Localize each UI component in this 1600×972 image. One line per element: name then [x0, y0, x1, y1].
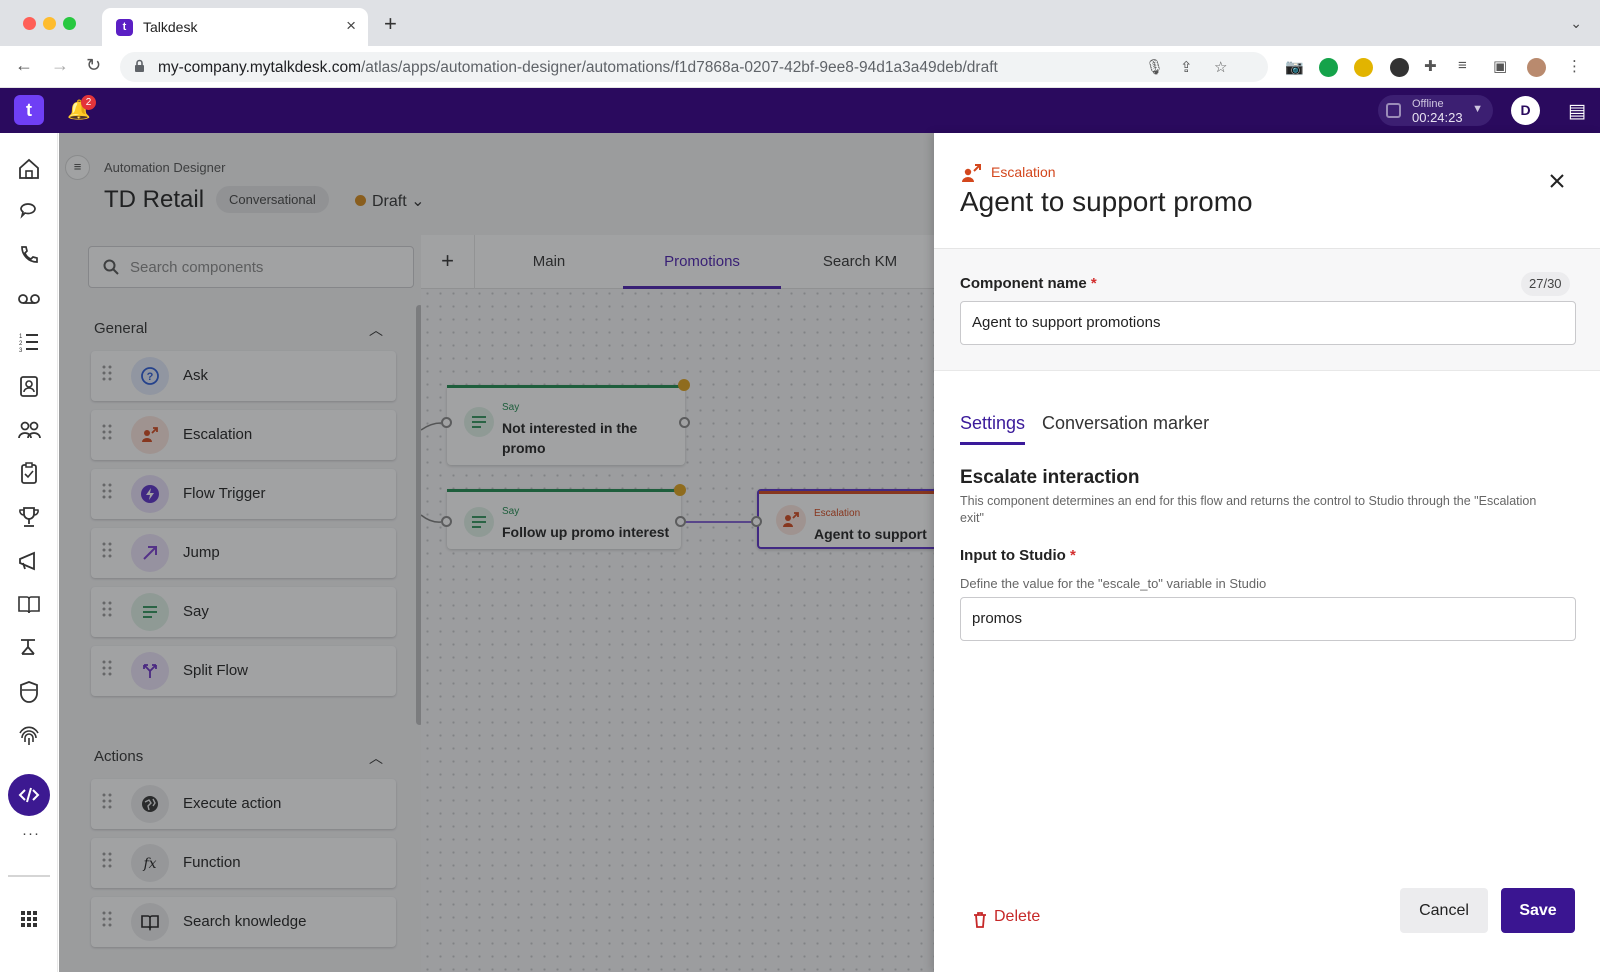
browser-tab[interactable]: t Talkdesk × — [102, 8, 368, 46]
window-maximize-button[interactable] — [63, 17, 76, 30]
forward-arrow-icon[interactable]: → — [51, 55, 69, 76]
new-tab-button[interactable]: + — [384, 11, 397, 37]
clipboard-icon[interactable] — [14, 458, 44, 488]
window-close-button[interactable] — [23, 17, 36, 30]
component-name-section: Component name * 27/30 Agent to support … — [934, 249, 1600, 371]
section-title: Escalate interaction — [960, 467, 1140, 488]
workflow-icon[interactable] — [14, 633, 44, 663]
home-icon[interactable] — [14, 154, 44, 184]
section-description: This component determines an end for thi… — [960, 494, 1537, 525]
app-nav-rail: 123 ··· — [0, 133, 58, 972]
component-kind-label: Escalation — [991, 164, 1056, 180]
extension-icon[interactable] — [1354, 58, 1373, 77]
back-arrow-icon[interactable]: ← — [15, 55, 33, 76]
url-text[interactable]: my-company.mytalkdesk.com/atlas/apps/aut… — [158, 59, 998, 77]
component-settings-drawer: Escalation Agent to support promo Compon… — [934, 133, 1600, 972]
more-apps-icon[interactable]: ··· — [22, 825, 40, 842]
cancel-button[interactable]: Cancel — [1400, 888, 1488, 933]
microphone-icon[interactable]: 🎙 — [1145, 58, 1164, 76]
reload-icon[interactable]: ↻ — [86, 55, 101, 76]
trash-icon[interactable] — [972, 911, 988, 929]
component-name-input[interactable]: Agent to support promotions — [960, 301, 1576, 345]
close-icon[interactable] — [1546, 170, 1568, 192]
tab-settings[interactable]: Settings — [960, 413, 1026, 445]
fingerprint-icon[interactable] — [14, 720, 44, 750]
grammarly-extension-icon[interactable] — [1319, 58, 1338, 77]
browser-tab-bar: t Talkdesk × + ⌄ — [0, 0, 1600, 46]
window-minimize-button[interactable] — [43, 17, 56, 30]
share-icon[interactable]: ⇪ — [1180, 58, 1193, 76]
tab-title: Talkdesk — [143, 19, 198, 35]
address-bar[interactable]: my-company.mytalkdesk.com/atlas/apps/aut… — [120, 52, 1268, 82]
tab-close-icon[interactable]: × — [346, 16, 356, 36]
profile-avatar-icon[interactable] — [1527, 58, 1546, 77]
side-panel-icon[interactable]: ▣ — [1493, 57, 1507, 75]
talkdesk-logo-icon[interactable]: t — [14, 95, 44, 125]
character-counter-badge: 27/30 — [1521, 272, 1570, 296]
url-host: my-company.mytalkdesk.com — [158, 59, 361, 76]
list-icon[interactable]: 123 — [14, 327, 44, 357]
media-control-icon[interactable]: ≡ — [1458, 57, 1467, 74]
escalation-icon — [962, 164, 981, 182]
contacts-icon[interactable] — [14, 371, 44, 401]
screenshot-camera-icon[interactable]: 📷 — [1285, 58, 1304, 76]
settings-sun-extension-icon[interactable] — [1390, 58, 1409, 77]
input-to-studio-label: Input to Studio * — [960, 547, 1076, 564]
user-avatar[interactable]: D — [1511, 96, 1540, 125]
status-label: Offline — [1412, 98, 1444, 110]
talkdesk-favicon-icon: t — [116, 19, 133, 36]
browser-toolbar: ← → ↻ my-company.mytalkdesk.com/atlas/ap… — [0, 46, 1600, 88]
agent-status-selector[interactable]: Offline 00:24:23 ▼ — [1378, 95, 1493, 126]
input-help-text: Define the value for the "escale_to" var… — [960, 576, 1267, 591]
calls-icon[interactable] — [14, 240, 44, 270]
component-name-label: Component name * — [960, 275, 1097, 292]
side-panel-toggle-icon[interactable]: ▤ — [1568, 100, 1586, 123]
delete-button[interactable]: Delete — [994, 908, 1040, 926]
tab-search-chevron-icon[interactable]: ⌄ — [1570, 15, 1582, 32]
input-to-studio-field[interactable]: promos — [960, 597, 1576, 641]
status-square-icon — [1386, 103, 1401, 118]
tab-conversation-marker[interactable]: Conversation marker — [1042, 413, 1209, 445]
drawer-title: Agent to support promo — [960, 186, 1253, 217]
bookmark-star-icon[interactable]: ☆ — [1214, 58, 1227, 76]
status-timer: 00:24:23 — [1412, 110, 1463, 125]
voicemail-icon[interactable] — [14, 284, 44, 314]
trophy-icon[interactable] — [14, 502, 44, 532]
conversations-icon[interactable] — [14, 197, 44, 227]
automation-designer-code-icon[interactable] — [8, 774, 50, 816]
svg-text:3: 3 — [19, 348, 23, 354]
app-header: t 🔔 2 Offline 00:24:23 ▼ D ▤ — [0, 88, 1600, 133]
chevron-down-icon: ▼ — [1472, 103, 1483, 115]
required-marker: * — [1090, 275, 1097, 292]
browser-menu-icon[interactable]: ⋮ — [1567, 57, 1582, 75]
svg-text:1: 1 — [19, 334, 23, 340]
puzzle-extensions-icon[interactable]: ✚ — [1424, 57, 1437, 75]
url-path: /atlas/apps/automation-designer/automati… — [360, 59, 998, 76]
svg-text:2: 2 — [19, 341, 23, 347]
rail-divider — [8, 875, 50, 877]
shield-icon[interactable] — [14, 677, 44, 707]
notification-count-badge: 2 — [81, 95, 96, 110]
campaigns-megaphone-icon[interactable] — [14, 546, 44, 576]
save-button[interactable]: Save — [1501, 888, 1575, 933]
team-icon[interactable] — [14, 415, 44, 445]
knowledge-book-icon[interactable] — [14, 589, 44, 619]
lock-icon — [135, 59, 144, 72]
required-marker: * — [1069, 547, 1076, 564]
modal-backdrop[interactable] — [59, 133, 934, 972]
app-launcher-grid-icon[interactable] — [14, 904, 44, 934]
